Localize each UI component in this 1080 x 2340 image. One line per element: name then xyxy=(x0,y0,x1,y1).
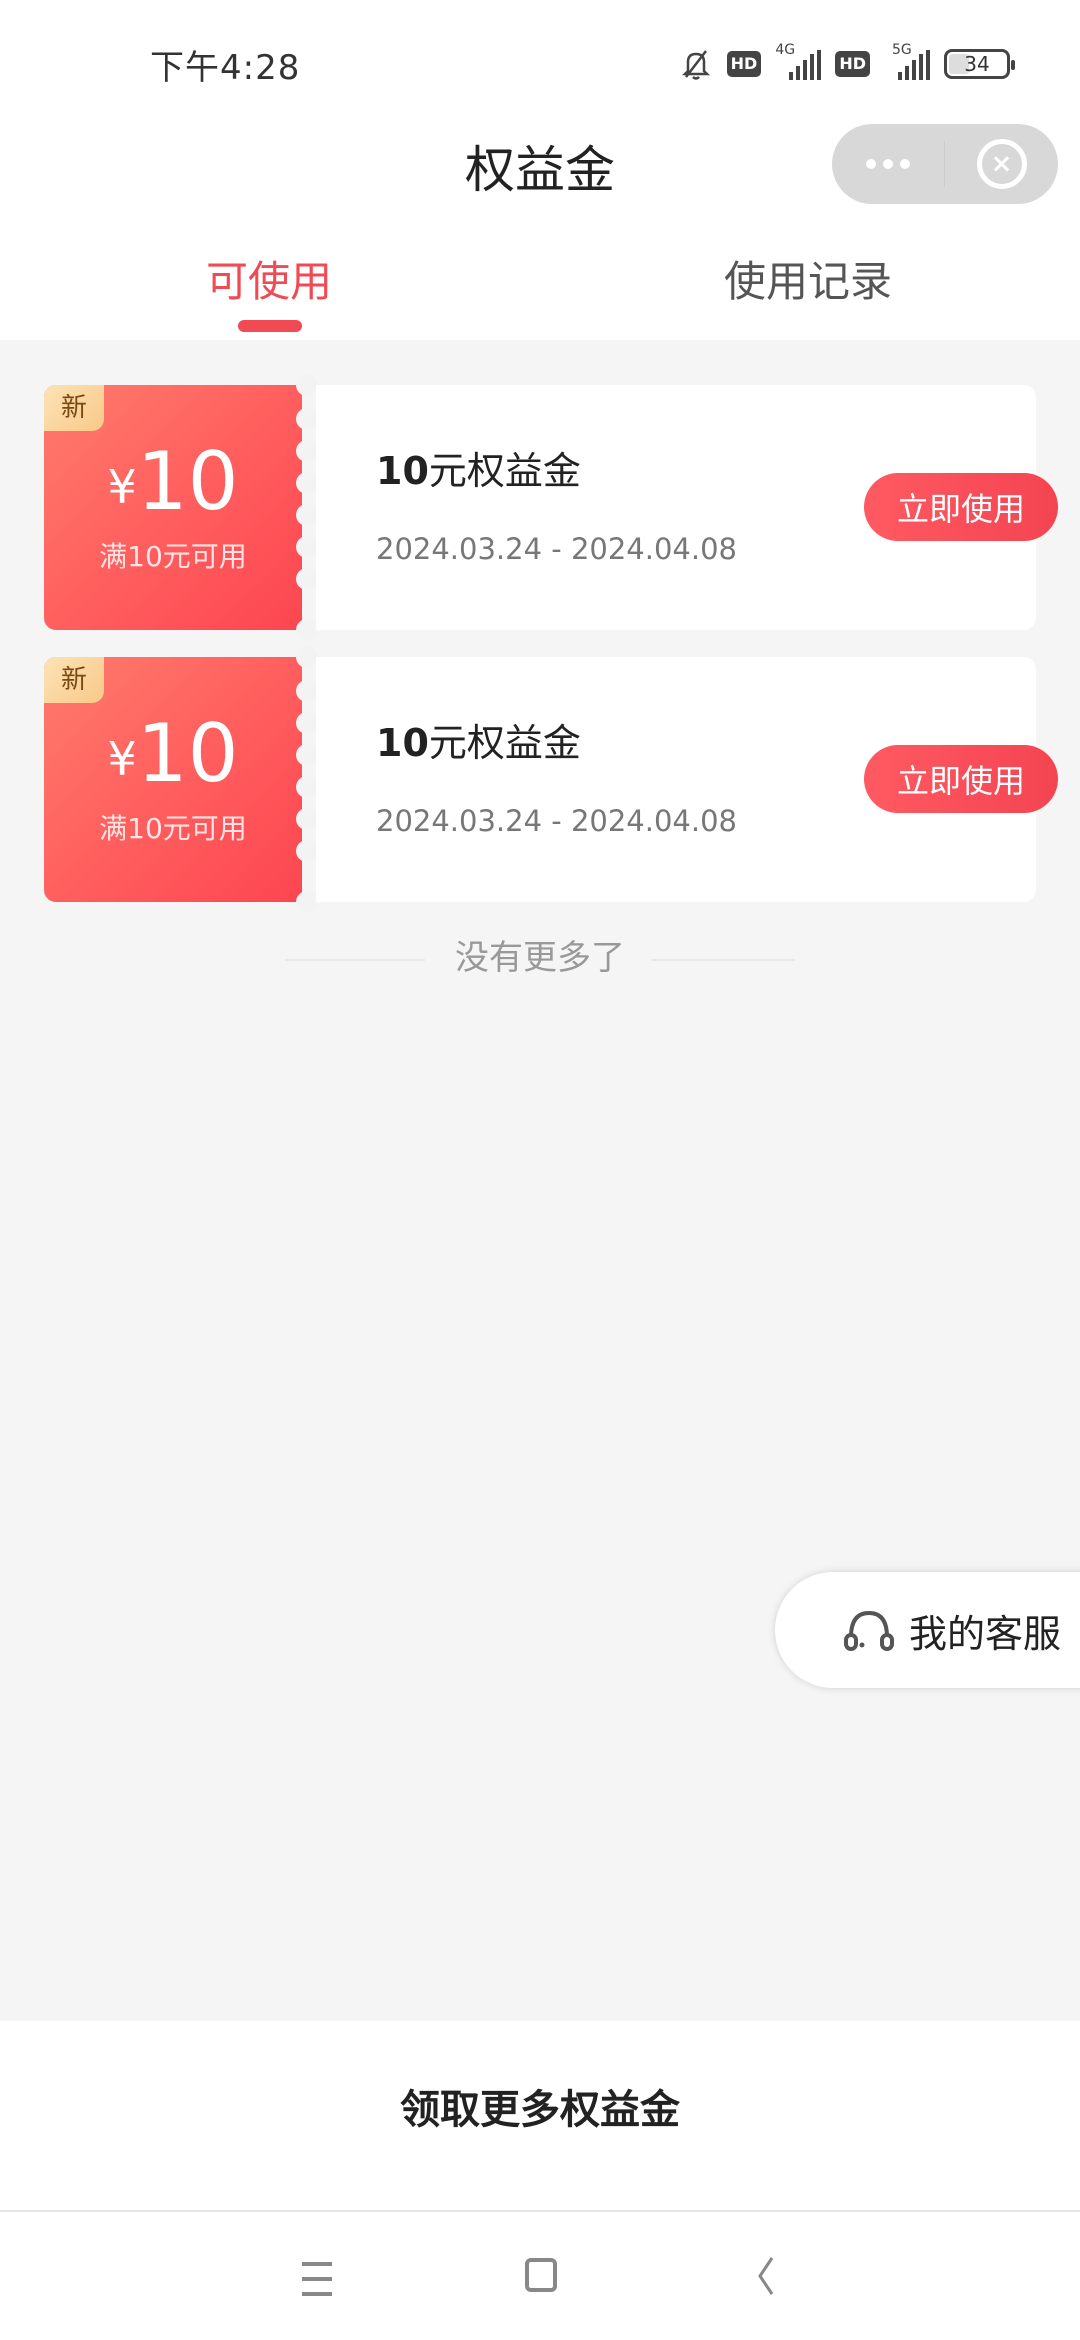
coupon-date-range: 2024.03.24 - 2024.04.08 xyxy=(376,804,737,838)
no-more-text: 没有更多了 xyxy=(455,938,625,978)
coupon-value-panel: 新 ¥10 满10元可用 xyxy=(44,385,302,630)
tab-available[interactable]: 可使用 xyxy=(206,248,332,309)
tab-usage-history[interactable]: 使用记录 xyxy=(724,248,892,309)
status-time: 下午4:28 xyxy=(150,48,301,88)
customer-service-label: 我的客服 xyxy=(909,1611,1062,1656)
menu-icon[interactable] xyxy=(302,2262,332,2296)
coupon-info-panel: 10元权益金 2024.03.24 - 2024.04.08 立即使用 xyxy=(316,657,1058,902)
new-badge: 新 xyxy=(44,657,104,703)
coupon-card: 新 ¥10 满10元可用 10元权益金 2024.03.24 - 2024.04… xyxy=(44,646,1058,913)
battery-icon: 34 xyxy=(944,49,1015,79)
coupon-condition: 满10元可用 xyxy=(99,812,247,845)
get-more-button[interactable]: 领取更多权益金 xyxy=(0,2021,1080,2211)
tab-bar: 可使用 使用记录 xyxy=(0,220,1080,340)
back-icon[interactable] xyxy=(756,2256,776,2296)
coupon-title: 10元权益金 xyxy=(376,721,581,765)
5g-signal-icon: 5G xyxy=(884,42,930,82)
status-icons: HD 4G HD 5G 34 xyxy=(679,42,1015,84)
tab-indicator xyxy=(238,320,302,332)
use-now-button[interactable]: 立即使用 xyxy=(864,473,1058,541)
more-dots-icon[interactable] xyxy=(832,124,944,204)
customer-service-button[interactable]: 我的客服 xyxy=(775,1572,1080,1688)
coupon-card: 新 ¥10 满10元可用 10元权益金 2024.03.24 - 2024.04… xyxy=(44,374,1058,641)
use-now-button[interactable]: 立即使用 xyxy=(864,745,1058,813)
new-badge: 新 xyxy=(44,385,104,431)
close-circle-icon: × xyxy=(976,139,1027,189)
coupon-amount: ¥10 xyxy=(107,435,239,528)
coupon-info-panel: 10元权益金 2024.03.24 - 2024.04.08 立即使用 xyxy=(316,385,1058,630)
home-icon[interactable] xyxy=(525,2258,557,2292)
hd-icon: HD xyxy=(835,51,870,77)
system-nav-bar xyxy=(0,2210,1080,2340)
coupon-amount: ¥10 xyxy=(107,707,239,800)
get-more-label: 领取更多权益金 xyxy=(400,2087,680,2133)
nav-bar: 权益金 × xyxy=(0,120,1080,220)
end-of-list: 没有更多了 xyxy=(0,930,1080,980)
close-button[interactable]: × xyxy=(945,139,1058,189)
4g-signal-icon: 4G xyxy=(775,42,822,82)
bell-muted-icon xyxy=(681,50,710,80)
scallop-edge xyxy=(296,646,318,913)
status-bar: 下午4:28 HD 4G HD 5G 34 xyxy=(0,0,1080,120)
headset-icon xyxy=(844,1610,894,1651)
coupon-value-panel: 新 ¥10 满10元可用 xyxy=(44,657,302,902)
hd-icon: HD xyxy=(726,51,762,77)
battery-level: 34 xyxy=(964,52,990,76)
mini-program-capsule: × xyxy=(832,124,1058,204)
coupon-title: 10元权益金 xyxy=(376,449,581,493)
divider-right xyxy=(652,959,795,961)
scallop-edge xyxy=(296,374,318,641)
coupon-date-range: 2024.03.24 - 2024.04.08 xyxy=(376,532,737,566)
coupon-condition: 满10元可用 xyxy=(99,540,247,573)
